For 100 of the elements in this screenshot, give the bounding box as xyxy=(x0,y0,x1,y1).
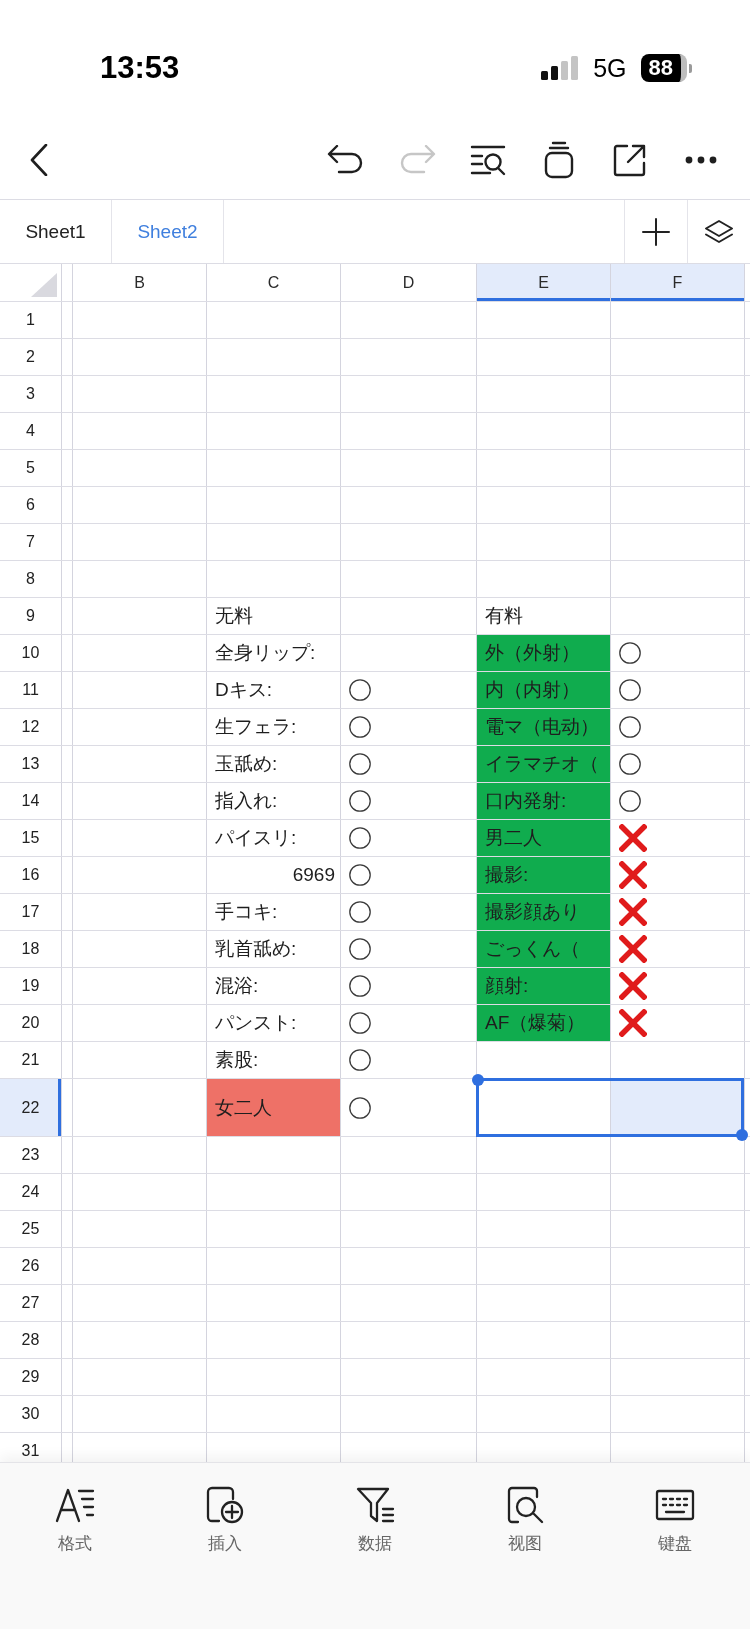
row-header[interactable]: 14 xyxy=(0,783,61,819)
row-header[interactable]: 8 xyxy=(0,561,61,597)
battery-indicator: 88 xyxy=(640,54,692,82)
circle-mark-icon xyxy=(349,753,371,775)
cell-text: 手コキ: xyxy=(215,900,278,924)
highlighted-cell: 撮影: xyxy=(477,857,610,893)
more-icon xyxy=(684,155,717,164)
column-header[interactable]: E xyxy=(477,264,610,301)
cell-text: パイスリ: xyxy=(215,826,297,850)
row-header[interactable]: 9 xyxy=(0,598,61,634)
stacked-cards-icon xyxy=(543,140,574,179)
cross-mark-icon xyxy=(619,1009,647,1037)
row-header[interactable]: 24 xyxy=(0,1174,61,1210)
row-header[interactable]: 22 xyxy=(0,1079,61,1136)
highlighted-cell: 女二人 xyxy=(207,1079,340,1136)
selection-handle[interactable] xyxy=(736,1129,748,1141)
cell-text: 混浴: xyxy=(215,974,259,998)
highlighted-cell: イラマチオ（ xyxy=(477,746,610,782)
column-header[interactable]: F xyxy=(611,264,744,301)
status-time: 13:53 xyxy=(100,50,180,86)
circle-mark-icon xyxy=(349,1096,371,1119)
highlighted-cell: ごっくん（ xyxy=(477,931,610,967)
cell-text: Dキス: xyxy=(215,678,272,702)
cell-text: 玉舐め: xyxy=(215,752,278,776)
undo-icon xyxy=(326,144,365,175)
network-type: 5G xyxy=(593,53,627,83)
row-header[interactable]: 17 xyxy=(0,894,61,930)
circle-mark-icon xyxy=(619,716,641,738)
format-button[interactable]: 格式 xyxy=(0,1463,150,1563)
row-header[interactable]: 31 xyxy=(0,1433,61,1462)
circle-mark-icon xyxy=(349,790,371,812)
column-header[interactable]: B xyxy=(73,264,206,301)
row-header[interactable]: 12 xyxy=(0,709,61,745)
share-icon xyxy=(612,142,647,177)
row-header[interactable]: 4 xyxy=(0,413,61,449)
circle-mark-icon xyxy=(349,1012,371,1034)
cross-mark-icon xyxy=(619,824,647,852)
row-header[interactable]: 27 xyxy=(0,1285,61,1321)
row-header[interactable]: 5 xyxy=(0,450,61,486)
highlighted-cell: 外（外射） xyxy=(477,635,610,671)
cell-text: 有料 xyxy=(485,604,523,628)
keyboard-icon xyxy=(655,1489,695,1521)
row-header[interactable]: 19 xyxy=(0,968,61,1004)
row-header[interactable]: 15 xyxy=(0,820,61,856)
row-header[interactable]: 26 xyxy=(0,1248,61,1284)
text-format-icon xyxy=(55,1487,95,1523)
row-header[interactable]: 25 xyxy=(0,1211,61,1247)
cell-text: 生フェラ: xyxy=(215,715,297,739)
document-plus-icon xyxy=(205,1485,245,1525)
search-lines-icon xyxy=(469,143,506,176)
data-button[interactable]: 数据 xyxy=(300,1463,450,1563)
row-header[interactable]: 3 xyxy=(0,376,61,412)
highlighted-cell: 撮影顔あり xyxy=(477,894,610,930)
row-header[interactable]: 7 xyxy=(0,524,61,560)
row-header[interactable]: 11 xyxy=(0,672,61,708)
row-header[interactable]: 20 xyxy=(0,1005,61,1041)
filter-icon xyxy=(355,1486,395,1524)
row-header[interactable]: 1 xyxy=(0,302,61,338)
row-header[interactable]: 23 xyxy=(0,1137,61,1173)
cross-mark-icon xyxy=(619,898,647,926)
cell-text: 乳首舐め: xyxy=(215,937,297,961)
layers-icon xyxy=(704,218,734,245)
row-header[interactable]: 18 xyxy=(0,931,61,967)
view-button[interactable]: 视图 xyxy=(450,1463,600,1563)
highlighted-cell: 電マ（电动） xyxy=(477,709,610,745)
circle-mark-icon xyxy=(349,827,371,849)
back-icon xyxy=(30,143,48,176)
document-search-icon xyxy=(506,1485,544,1525)
cell-text: 全身リップ: xyxy=(215,641,316,665)
cross-mark-icon xyxy=(619,861,647,889)
row-header[interactable]: 21 xyxy=(0,1042,61,1078)
cell-text: 无料 xyxy=(215,604,253,628)
circle-mark-icon xyxy=(349,975,371,997)
row-header[interactable]: 30 xyxy=(0,1396,61,1432)
highlighted-cell: 顔射: xyxy=(477,968,610,1004)
cell-text: 素股: xyxy=(215,1048,259,1072)
column-header[interactable]: D xyxy=(341,264,476,301)
column-header[interactable]: C xyxy=(207,264,340,301)
highlighted-cell: AF（爆菊） xyxy=(477,1005,610,1041)
selection-handle[interactable] xyxy=(472,1074,484,1086)
circle-mark-icon xyxy=(619,753,641,775)
circle-mark-icon xyxy=(349,1049,371,1071)
cross-mark-icon xyxy=(619,972,647,1000)
row-header[interactable]: 28 xyxy=(0,1322,61,1358)
cross-mark-icon xyxy=(619,935,647,963)
circle-mark-icon xyxy=(349,716,371,738)
highlighted-cell: 口内発射: xyxy=(477,783,610,819)
plus-icon xyxy=(642,217,670,246)
row-header[interactable]: 10 xyxy=(0,635,61,671)
row-header[interactable]: 2 xyxy=(0,339,61,375)
keyboard-button[interactable]: 键盘 xyxy=(600,1463,750,1563)
row-header[interactable]: 6 xyxy=(0,487,61,523)
cell-number: 6969 xyxy=(292,863,335,887)
row-header[interactable]: 29 xyxy=(0,1359,61,1395)
row-header[interactable]: 13 xyxy=(0,746,61,782)
insert-button[interactable]: 插入 xyxy=(150,1463,300,1563)
cell-text: パンスト: xyxy=(215,1011,297,1035)
signal-icon xyxy=(541,56,580,80)
row-header[interactable]: 16 xyxy=(0,857,61,893)
circle-mark-icon xyxy=(619,790,641,812)
